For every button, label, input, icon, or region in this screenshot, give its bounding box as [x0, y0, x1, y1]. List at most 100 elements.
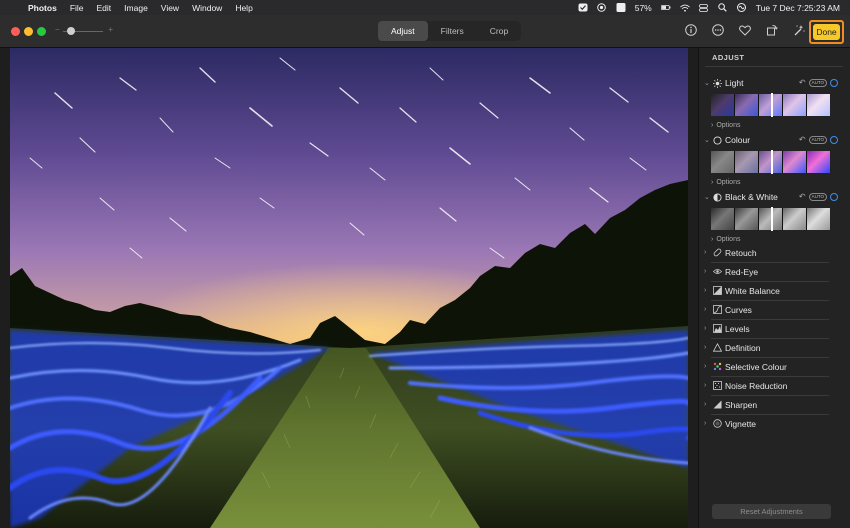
- control-center-icon[interactable]: [699, 3, 709, 12]
- chevron-down-icon[interactable]: ⌄: [704, 136, 712, 144]
- sidebar-divider: [705, 66, 843, 67]
- options-label: Options: [716, 179, 741, 186]
- chevron-right-icon[interactable]: ›: [704, 268, 712, 275]
- menu-edit[interactable]: Edit: [97, 3, 112, 13]
- status-area: 57% Tue 7 Dec 7:25:23 AM: [578, 0, 840, 15]
- chevron-right-icon[interactable]: ›: [704, 344, 712, 351]
- battery-icon[interactable]: [660, 3, 671, 12]
- menu-file[interactable]: File: [70, 3, 84, 13]
- section-light-header[interactable]: ⌄ Light ↶ AUTO: [704, 77, 838, 89]
- chevron-down-icon[interactable]: ⌄: [704, 79, 712, 87]
- tool-levels[interactable]: › Levels: [704, 322, 829, 335]
- filmstrip-frame: [735, 151, 759, 173]
- chevron-right-icon[interactable]: ›: [704, 306, 712, 313]
- filmstrip-position-marker[interactable]: [771, 93, 773, 117]
- tool-vignette[interactable]: › Vignette: [704, 417, 829, 430]
- options-label: Options: [716, 122, 741, 129]
- chevron-right-icon: ›: [711, 236, 714, 243]
- night-landscape-photo: [10, 48, 688, 528]
- favorite-heart-icon[interactable]: [738, 23, 752, 37]
- close-window-button[interactable]: [11, 27, 20, 36]
- more-options-icon[interactable]: [711, 23, 725, 37]
- section-colour-header[interactable]: ⌄ Colour ↶ AUTO: [704, 134, 838, 146]
- colour-filmstrip-slider[interactable]: [711, 150, 830, 174]
- light-filmstrip-slider[interactable]: [711, 93, 830, 117]
- record-icon[interactable]: [597, 3, 607, 12]
- menu-bar: Photos File Edit Image View Window Help …: [0, 0, 850, 15]
- zoom-knob[interactable]: [67, 27, 75, 35]
- menu-help[interactable]: Help: [235, 3, 252, 13]
- wifi-icon[interactable]: [679, 3, 690, 12]
- light-options-toggle[interactable]: › Options: [711, 122, 740, 129]
- chevron-right-icon[interactable]: ›: [704, 382, 712, 389]
- fullscreen-window-button[interactable]: [37, 27, 46, 36]
- chevron-right-icon[interactable]: ›: [704, 325, 712, 332]
- dots-icon: [712, 362, 722, 372]
- chevron-right-icon[interactable]: ›: [704, 249, 712, 256]
- done-button[interactable]: Done: [813, 24, 840, 40]
- adjustment-toggle[interactable]: [830, 78, 838, 87]
- tool-curves[interactable]: › Curves: [704, 303, 829, 316]
- menu-image[interactable]: Image: [124, 3, 148, 13]
- section-light-controls: ↶ AUTO: [799, 78, 838, 87]
- menu-view[interactable]: View: [161, 3, 179, 13]
- filmstrip-frame: [711, 151, 735, 173]
- zoom-in-icon[interactable]: +: [108, 25, 113, 34]
- chevron-right-icon[interactable]: ›: [704, 420, 712, 427]
- menu-window[interactable]: Window: [192, 3, 222, 13]
- black-white-filmstrip-slider[interactable]: [711, 207, 830, 231]
- zoom-slider[interactable]: − +: [55, 25, 113, 37]
- auto-button[interactable]: AUTO: [808, 78, 827, 87]
- tool-levels-label: Levels: [725, 323, 750, 334]
- adjustment-toggle[interactable]: [830, 135, 838, 144]
- photo-canvas[interactable]: [10, 48, 688, 528]
- filmstrip-frame: [735, 208, 759, 230]
- tool-red-eye[interactable]: › Red-Eye: [704, 265, 829, 278]
- tool-retouch[interactable]: › Retouch: [704, 246, 829, 259]
- chevron-down-icon[interactable]: ⌄: [704, 193, 712, 201]
- chevron-right-icon[interactable]: ›: [704, 363, 712, 370]
- battery-percentage: 57%: [634, 2, 652, 13]
- spotlight-search-icon[interactable]: [718, 3, 728, 12]
- chevron-right-icon: ›: [711, 122, 714, 129]
- rotate-icon[interactable]: [765, 23, 779, 37]
- siri-icon[interactable]: [737, 3, 747, 12]
- chevron-right-icon[interactable]: ›: [704, 401, 712, 408]
- menu-app-name[interactable]: Photos: [28, 3, 57, 13]
- tab-crop[interactable]: Crop: [477, 21, 521, 41]
- tool-selective-colour[interactable]: › Selective Colour: [704, 360, 829, 373]
- filmstrip-frame: [783, 208, 807, 230]
- input-source-icon[interactable]: [616, 3, 626, 12]
- row-divider: [711, 300, 829, 301]
- tool-sharpen[interactable]: › Sharpen: [704, 398, 829, 411]
- filmstrip-position-marker[interactable]: [771, 150, 773, 174]
- checkmark-shield-icon[interactable]: [578, 3, 588, 12]
- section-black-white-header[interactable]: ⌄ Black & White ↶ AUTO: [704, 191, 838, 203]
- zoom-out-icon[interactable]: −: [55, 25, 60, 34]
- info-icon[interactable]: [684, 23, 698, 37]
- row-divider: [711, 376, 829, 377]
- filmstrip-frame: [735, 94, 759, 116]
- tool-definition[interactable]: › Definition: [704, 341, 829, 354]
- sun-icon: [712, 78, 722, 88]
- reset-adjustments-button[interactable]: Reset Adjustments: [712, 504, 831, 519]
- auto-button[interactable]: AUTO: [808, 192, 827, 201]
- curves-icon: [712, 305, 722, 315]
- undo-icon[interactable]: ↶: [799, 135, 806, 144]
- black-white-options-toggle[interactable]: › Options: [711, 236, 740, 243]
- adjustment-toggle[interactable]: [830, 192, 838, 201]
- tab-filters[interactable]: Filters: [428, 21, 477, 41]
- minimize-window-button[interactable]: [24, 27, 33, 36]
- tool-curves-label: Curves: [725, 304, 752, 315]
- auto-enhance-wand-icon[interactable]: [792, 23, 806, 37]
- tool-noise-reduction[interactable]: › Noise Reduction: [704, 379, 829, 392]
- menubar-clock[interactable]: Tue 7 Dec 7:25:23 AM: [756, 3, 840, 13]
- undo-icon[interactable]: ↶: [799, 78, 806, 87]
- tool-white-balance[interactable]: › White Balance: [704, 284, 829, 297]
- auto-button[interactable]: AUTO: [808, 135, 827, 144]
- filmstrip-position-marker[interactable]: [771, 207, 773, 231]
- undo-icon[interactable]: ↶: [799, 192, 806, 201]
- colour-options-toggle[interactable]: › Options: [711, 179, 740, 186]
- chevron-right-icon[interactable]: ›: [704, 287, 712, 294]
- tab-adjust[interactable]: Adjust: [378, 21, 428, 41]
